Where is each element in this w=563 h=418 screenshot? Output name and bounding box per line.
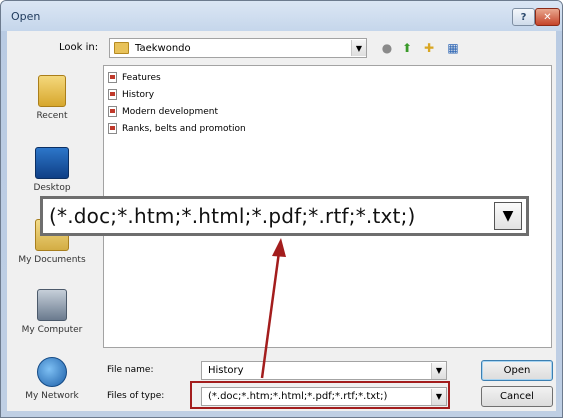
filetype-callout: (*.doc;*.htm;*.html;*.pdf;*.rtf;*.txt;) … <box>40 196 529 236</box>
arrow-head <box>272 238 286 257</box>
chevron-down-icon: ▼ <box>494 202 522 230</box>
arrow-line <box>260 251 281 379</box>
callout-text: (*.doc;*.htm;*.html;*.pdf;*.rtf;*.txt;) <box>49 204 416 228</box>
